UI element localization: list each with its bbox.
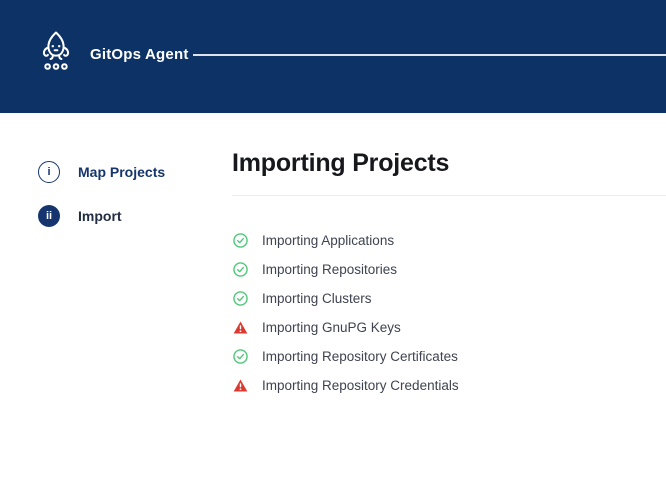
- list-item: Importing Clusters: [233, 284, 666, 313]
- main-content: Importing Projects Importing Application…: [232, 0, 666, 483]
- import-status-label: Importing GnuPG Keys: [262, 320, 401, 335]
- sidebar-item-import[interactable]: ii Import: [38, 205, 218, 227]
- app-title: GitOps Agent: [90, 46, 189, 63]
- list-item: Importing Repository Credentials: [233, 371, 666, 400]
- import-status-list: Importing Applications Importing Reposit…: [233, 226, 666, 400]
- import-status-label: Importing Applications: [262, 233, 394, 248]
- import-status-label: Importing Repository Credentials: [262, 378, 459, 393]
- check-circle-icon: [233, 291, 248, 306]
- warning-triangle-icon: [233, 378, 248, 393]
- warning-triangle-icon: [233, 320, 248, 335]
- title-divider: [232, 195, 666, 196]
- sidebar-item-label: Import: [78, 208, 122, 224]
- check-circle-icon: [233, 262, 248, 277]
- step-numeral-badge: ii: [38, 205, 60, 227]
- import-status-label: Importing Repository Certificates: [262, 349, 458, 364]
- sidebar-item-map-projects[interactable]: i Map Projects: [38, 161, 218, 183]
- check-circle-icon: [233, 233, 248, 248]
- list-item: Importing Repositories: [233, 255, 666, 284]
- argo-octopus-logo-icon: [36, 30, 76, 78]
- page-title: Importing Projects: [232, 149, 449, 178]
- list-item: Importing GnuPG Keys: [233, 313, 666, 342]
- import-status-label: Importing Repositories: [262, 262, 397, 277]
- list-item: Importing Applications: [233, 226, 666, 255]
- check-circle-icon: [233, 349, 248, 364]
- list-item: Importing Repository Certificates: [233, 342, 666, 371]
- step-numeral-badge: i: [38, 161, 60, 183]
- sidebar-item-label: Map Projects: [78, 164, 165, 180]
- import-status-label: Importing Clusters: [262, 291, 372, 306]
- wizard-steps-sidebar: i Map Projects ii Import: [38, 161, 218, 249]
